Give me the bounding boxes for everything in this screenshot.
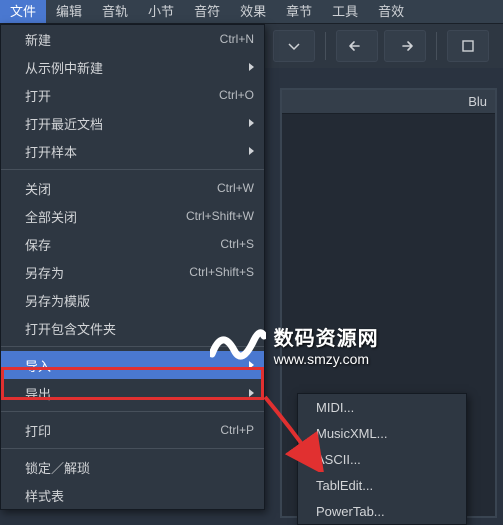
menu-section[interactable]: 章节 <box>276 0 322 23</box>
menu-effect[interactable]: 效果 <box>230 0 276 23</box>
menu-edit[interactable]: 编辑 <box>46 0 92 23</box>
mi-label: 导出 <box>25 384 241 403</box>
mi-label: 打开样本 <box>25 142 241 161</box>
mi-new-from-sample[interactable]: 从示例中新建 <box>1 53 264 81</box>
submenu-arrow-icon <box>249 389 254 397</box>
submenu-midi[interactable]: MIDI... <box>298 394 466 420</box>
right-panel-header: Blu <box>282 90 495 114</box>
mi-import[interactable]: 导入 <box>1 351 264 379</box>
submenu-powertab[interactable]: PowerTab... <box>298 498 466 524</box>
file-dropdown: 新建 Ctrl+N 从示例中新建 打开 Ctrl+O 打开最近文档 打开样本 关… <box>0 24 265 510</box>
mi-close[interactable]: 关闭 Ctrl+W <box>1 174 264 202</box>
mi-open[interactable]: 打开 Ctrl+O <box>1 81 264 109</box>
mi-label: 样式表 <box>25 486 254 505</box>
toolbar-separator <box>325 32 326 60</box>
mi-save-as[interactable]: 另存为 Ctrl+Shift+S <box>1 258 264 286</box>
redo-button[interactable] <box>384 30 426 62</box>
undo-button[interactable] <box>336 30 378 62</box>
menubar: 文件 编辑 音轨 小节 音符 效果 章节 工具 音效 <box>0 0 503 24</box>
submenu-tabledit[interactable]: TablEdit... <box>298 472 466 498</box>
mi-open-recent[interactable]: 打开最近文档 <box>1 109 264 137</box>
toolbar-separator <box>436 32 437 60</box>
mi-save-as-template[interactable]: 另存为模版 <box>1 286 264 314</box>
chevron-down-icon <box>287 39 301 53</box>
submenu-musicxml[interactable]: MusicXML... <box>298 420 466 446</box>
menu-file[interactable]: 文件 <box>0 0 46 23</box>
mi-shortcut: Ctrl+S <box>220 237 254 251</box>
menu-separator <box>1 448 264 449</box>
mi-shortcut: Ctrl+N <box>220 32 254 46</box>
mi-save[interactable]: 保存 Ctrl+S <box>1 230 264 258</box>
mi-shortcut: Ctrl+P <box>220 423 254 437</box>
mi-label: ASCII... <box>316 452 456 467</box>
mi-stylesheet[interactable]: 样式表 <box>1 481 264 509</box>
submenu-arrow-icon <box>249 63 254 71</box>
mi-label: TablEdit... <box>316 478 456 493</box>
mi-label: MusicXML... <box>316 426 456 441</box>
mi-label: 另存为 <box>25 263 169 282</box>
square-icon <box>461 39 475 53</box>
redo-icon <box>396 39 414 53</box>
mi-label: 关闭 <box>25 179 197 198</box>
mi-label: 从示例中新建 <box>25 58 241 77</box>
mi-label: PowerTab... <box>316 504 456 519</box>
mi-label: 新建 <box>25 30 200 49</box>
import-submenu: MIDI... MusicXML... ASCII... TablEdit...… <box>297 393 467 525</box>
toolbar <box>265 24 503 68</box>
mi-export[interactable]: 导出 <box>1 379 264 407</box>
menu-track[interactable]: 音轨 <box>92 0 138 23</box>
menu-note[interactable]: 音符 <box>184 0 230 23</box>
mi-label: 保存 <box>25 235 200 254</box>
undo-icon <box>348 39 366 53</box>
mi-print[interactable]: 打印 Ctrl+P <box>1 416 264 444</box>
mi-label: 锁定／解琐 <box>25 458 254 477</box>
mi-shortcut: Ctrl+Shift+S <box>189 265 254 279</box>
mi-label: MIDI... <box>316 400 456 415</box>
tool-btn-generic[interactable] <box>273 30 315 62</box>
menu-sound[interactable]: 音效 <box>368 0 414 23</box>
mi-open-containing-folder[interactable]: 打开包含文件夹 <box>1 314 264 342</box>
mi-lock-unlock[interactable]: 锁定／解琐 <box>1 453 264 481</box>
menu-separator <box>1 169 264 170</box>
submenu-arrow-icon <box>249 147 254 155</box>
mi-label: 打开包含文件夹 <box>25 319 254 338</box>
mi-label: 全部关闭 <box>25 207 166 226</box>
tool-btn-extra[interactable] <box>447 30 489 62</box>
submenu-ascii[interactable]: ASCII... <box>298 446 466 472</box>
mi-label: 导入 <box>25 356 241 375</box>
submenu-arrow-icon <box>249 119 254 127</box>
menu-separator <box>1 411 264 412</box>
submenu-arrow-icon <box>249 361 254 369</box>
mi-shortcut: Ctrl+Shift+W <box>186 209 254 223</box>
mi-shortcut: Ctrl+O <box>219 88 254 102</box>
mi-open-sample[interactable]: 打开样本 <box>1 137 264 165</box>
mi-label: 另存为模版 <box>25 291 254 310</box>
menu-tools[interactable]: 工具 <box>322 0 368 23</box>
mi-new[interactable]: 新建 Ctrl+N <box>1 25 264 53</box>
mi-label: 打印 <box>25 421 200 440</box>
mi-close-all[interactable]: 全部关闭 Ctrl+Shift+W <box>1 202 264 230</box>
mi-label: 打开 <box>25 86 199 105</box>
menu-separator <box>1 346 264 347</box>
mi-shortcut: Ctrl+W <box>217 181 254 195</box>
mi-label: 打开最近文档 <box>25 114 241 133</box>
menu-bar[interactable]: 小节 <box>138 0 184 23</box>
